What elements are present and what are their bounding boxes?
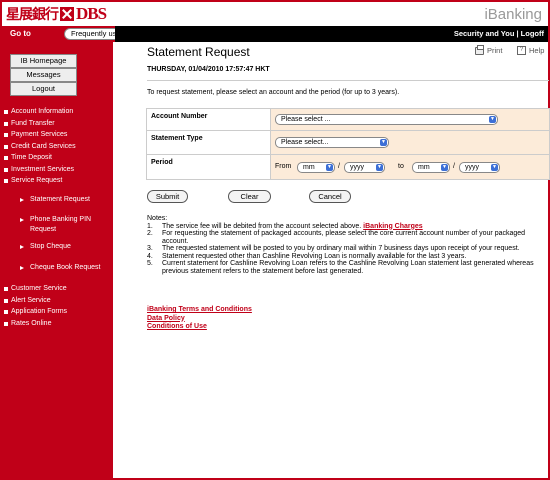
sidebar-item-application-forms[interactable]: Application Forms bbox=[2, 306, 113, 318]
account-number-select[interactable]: Please select ... ▼ bbox=[275, 114, 498, 125]
sidebar: IB Homepage Messages Logout Account Info… bbox=[2, 42, 113, 478]
note-text: The service fee will be debited from the… bbox=[162, 222, 364, 230]
terms-and-conditions-link[interactable]: iBanking Terms and Conditions bbox=[147, 306, 252, 315]
sidebar-item-payment-services[interactable]: Payment Services bbox=[2, 129, 113, 141]
note-item: 1. The service fee will be debited from t… bbox=[147, 223, 537, 231]
note-item: 2. For requesting the statement of packag… bbox=[147, 230, 537, 245]
note-number: 4. bbox=[147, 252, 153, 260]
notes-list: 1. The service fee will be debited from t… bbox=[147, 223, 537, 276]
to-month-select[interactable]: mm ▼ bbox=[412, 162, 450, 173]
note-item: 5. Current statement for Cashline Revolvi… bbox=[147, 260, 537, 275]
account-number-label: Account Number bbox=[146, 108, 271, 131]
sidebar-subitem-stop-cheque[interactable]: Stop Cheque bbox=[2, 242, 113, 263]
secure-bar: Security and You | Logoff bbox=[115, 26, 548, 42]
ib-homepage-button[interactable]: IB Homepage bbox=[10, 54, 77, 68]
sidebar-item-investment-services[interactable]: Investment Services bbox=[2, 164, 113, 176]
sidebar-item-alert-service[interactable]: Alert Service bbox=[2, 295, 113, 307]
sidebar-sub-nav: Statement Request Phone Banking PIN Requ… bbox=[2, 195, 113, 283]
submit-button[interactable]: Submit bbox=[147, 190, 188, 203]
from-year-value: yyyy bbox=[350, 164, 364, 171]
from-label: From bbox=[275, 163, 292, 170]
help-icon: ? bbox=[517, 46, 526, 55]
intro-text: To request statement, please select an a… bbox=[147, 89, 400, 96]
footer-links: iBanking Terms and Conditions Data Polic… bbox=[147, 306, 252, 332]
dbs-logo[interactable]: 星展銀行 DBS bbox=[6, 4, 107, 23]
sidebar-subitem-cheque-book-request[interactable]: Cheque Book Request bbox=[2, 263, 113, 283]
sidebar-buttons: IB Homepage Messages Logout bbox=[2, 54, 77, 96]
security-logoff-links[interactable]: Security and You | Logoff bbox=[454, 29, 544, 38]
note-item: 4. Statement requested other than Cashlin… bbox=[147, 253, 537, 261]
dbs-x-icon bbox=[60, 7, 74, 21]
sidebar-item-service-request[interactable]: Service Request bbox=[2, 175, 113, 187]
header: 星展銀行 DBS iBanking bbox=[2, 2, 548, 26]
cancel-button[interactable]: Cancel bbox=[309, 190, 351, 203]
print-link[interactable]: Print bbox=[475, 44, 503, 55]
sidebar-nav-top: Account Information Fund Transfer Paymen… bbox=[2, 106, 113, 187]
sidebar-item-account-information[interactable]: Account Information bbox=[2, 106, 113, 118]
date-time: THURSDAY, 01/04/2010 17:57:47 HKT bbox=[147, 66, 270, 73]
note-item: 3. The requested statement will be posted… bbox=[147, 245, 537, 253]
to-slash: / bbox=[453, 163, 455, 170]
note-text: Current statement for Cashline Revolving… bbox=[162, 260, 534, 275]
messages-button[interactable]: Messages bbox=[10, 68, 77, 82]
sidebar-item-fund-transfer[interactable]: Fund Transfer bbox=[2, 118, 113, 130]
help-label: Help bbox=[529, 46, 545, 55]
to-year-value: yyyy bbox=[465, 164, 479, 171]
note-number: 5. bbox=[147, 260, 153, 267]
account-number-cell: Please select ... ▼ bbox=[270, 108, 550, 131]
clear-button[interactable]: Clear bbox=[228, 190, 271, 203]
chevron-down-icon: ▼ bbox=[376, 164, 383, 171]
ibanking-charges-link[interactable]: iBanking Charges bbox=[363, 223, 423, 230]
note-text: The requested statement will be posted t… bbox=[162, 245, 520, 252]
divider bbox=[147, 80, 549, 81]
period-cell: From mm ▼ / yyyy ▼ to mm ▼ / yyyy ▼ bbox=[270, 154, 550, 180]
sidebar-subitem-phone-banking-pin[interactable]: Phone Banking PIN Request bbox=[2, 215, 102, 242]
note-number: 1. bbox=[147, 222, 153, 230]
note-number: 3. bbox=[147, 245, 153, 252]
logo-english: DBS bbox=[76, 4, 107, 23]
from-year-select[interactable]: yyyy ▼ bbox=[344, 162, 385, 173]
chevron-down-icon: ▼ bbox=[326, 164, 333, 171]
main-content: Statement Request Print ? Help THURSDAY,… bbox=[113, 42, 550, 478]
page-title: Statement Request bbox=[147, 45, 250, 59]
sidebar-item-time-deposit[interactable]: Time Deposit bbox=[2, 152, 113, 164]
note-text: Statement requested other than Cashline … bbox=[162, 252, 467, 260]
statement-type-cell: Please select... ▼ bbox=[270, 130, 550, 155]
goto-label: Go to bbox=[10, 29, 31, 38]
logo-chinese: 星展銀行 bbox=[6, 7, 59, 23]
conditions-of-use-link[interactable]: Conditions of Use bbox=[147, 323, 252, 332]
top-bar: Go to Frequently used services ... ▼ Sec… bbox=[2, 26, 548, 42]
notes-title: Notes: bbox=[147, 215, 168, 222]
note-text: For requesting the statement of packaged… bbox=[162, 230, 526, 245]
printer-icon bbox=[475, 44, 484, 55]
notes-section: Notes: 1. The service fee will be debited… bbox=[147, 215, 537, 275]
account-number-value: Please select ... bbox=[281, 116, 331, 123]
period-label: Period bbox=[146, 154, 271, 180]
sidebar-item-credit-card-services[interactable]: Credit Card Services bbox=[2, 141, 113, 153]
chevron-down-icon: ▼ bbox=[380, 139, 387, 146]
print-label: Print bbox=[487, 46, 503, 55]
logout-button[interactable]: Logout bbox=[10, 82, 77, 96]
statement-type-select[interactable]: Please select... ▼ bbox=[275, 137, 389, 148]
sidebar-item-rates-online[interactable]: Rates Online bbox=[2, 318, 113, 330]
chevron-down-icon: ▼ bbox=[489, 116, 496, 123]
note-number: 2. bbox=[147, 230, 153, 237]
product-name: iBanking bbox=[484, 6, 542, 23]
sidebar-nav-bottom: Customer Service Alert Service Applicati… bbox=[2, 283, 113, 329]
from-slash: / bbox=[338, 163, 340, 170]
data-policy-link[interactable]: Data Policy bbox=[147, 315, 252, 324]
statement-form: Account Number Please select ... ▼ State… bbox=[146, 108, 550, 180]
to-month-value: mm bbox=[418, 164, 430, 171]
help-link[interactable]: ? Help bbox=[517, 46, 544, 55]
sidebar-subitem-statement-request[interactable]: Statement Request bbox=[2, 195, 113, 215]
statement-type-value: Please select... bbox=[281, 139, 329, 146]
statement-type-label: Statement Type bbox=[146, 130, 271, 155]
from-month-value: mm bbox=[303, 164, 315, 171]
sidebar-item-customer-service[interactable]: Customer Service bbox=[2, 283, 113, 295]
from-month-select[interactable]: mm ▼ bbox=[297, 162, 335, 173]
chevron-down-icon: ▼ bbox=[441, 164, 448, 171]
to-label: to bbox=[398, 163, 404, 170]
to-year-select[interactable]: yyyy ▼ bbox=[459, 162, 500, 173]
chevron-down-icon: ▼ bbox=[491, 164, 498, 171]
